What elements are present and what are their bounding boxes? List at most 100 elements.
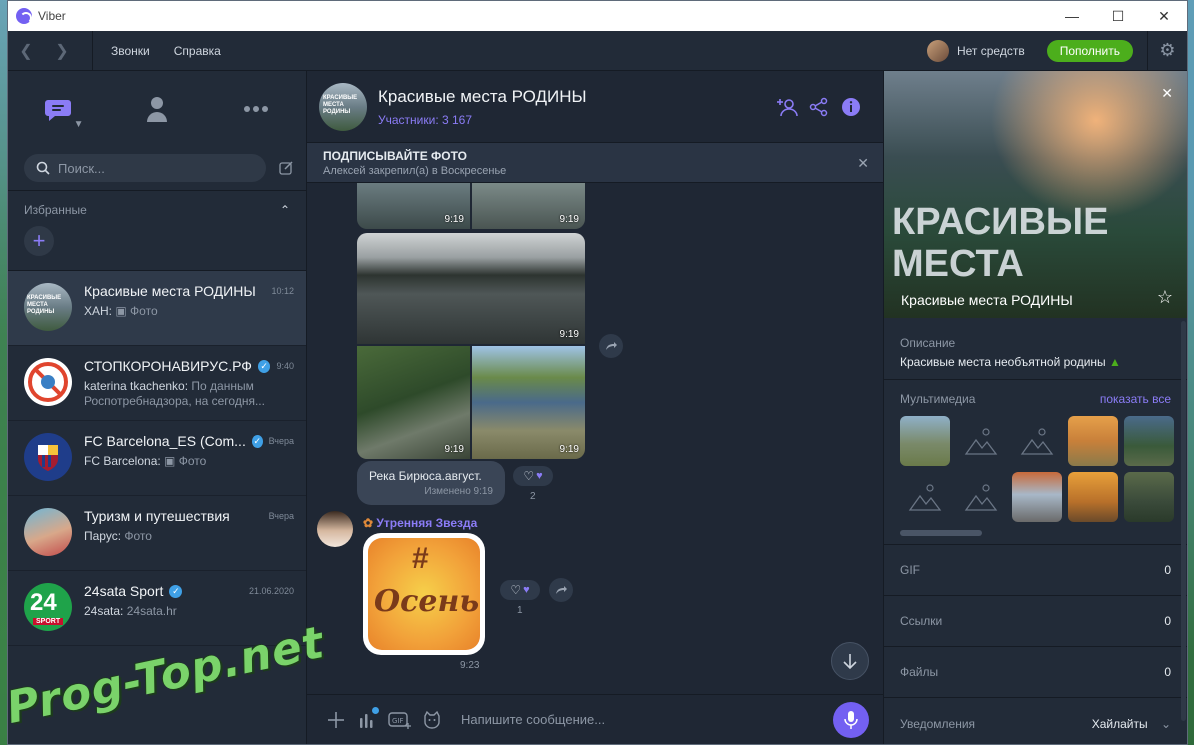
gif-icon[interactable]: GIF [385, 705, 415, 735]
description-section: Описание Красивые места необъятной родин… [884, 318, 1187, 380]
chat-item[interactable]: СТОПКОРОНАВИРУС.РФ ✓ 9:40 katerina tkache… [8, 346, 306, 421]
chat-title[interactable]: Красивые места РОДИНЫ [378, 87, 587, 107]
sticker-cat-icon[interactable] [417, 705, 447, 735]
close-pinned-icon[interactable]: ✕ [857, 155, 869, 172]
collapse-chevron-icon[interactable]: ⌃ [280, 203, 290, 217]
photo-message[interactable]: 9:19 [357, 233, 585, 344]
more-tab-icon[interactable] [236, 89, 276, 129]
chat-item[interactable]: Туризм и путешествия Вчера Парус: Фото [8, 496, 306, 571]
media-placeholder-icon[interactable] [956, 472, 1006, 522]
files-row[interactable]: Файлы 0 [884, 647, 1187, 698]
maximize-button[interactable]: ☐ [1095, 1, 1141, 31]
media-scrollbar[interactable] [900, 530, 982, 536]
chat-preview: Фото [178, 454, 207, 468]
forward-icon[interactable] [599, 334, 623, 358]
gif-row[interactable]: GIF 0 [884, 545, 1187, 596]
minimize-button[interactable]: — [1049, 1, 1095, 31]
user-avatar[interactable] [926, 39, 949, 62]
photo-time: 9:19 [444, 444, 464, 455]
favorites-section: Избранные ⌃ + [8, 191, 306, 271]
scroll-down-button[interactable] [831, 642, 869, 680]
search-box[interactable] [24, 154, 266, 182]
search-row [8, 146, 306, 191]
conversation-panel: КРАСИВЫЕ МЕСТА РОДИНЫ Красивые места РОД… [307, 71, 883, 744]
info-scrollbar[interactable] [1181, 321, 1186, 721]
gif-count: 0 [1164, 563, 1171, 577]
photo-message[interactable]: 9:19 [357, 183, 470, 229]
close-info-icon[interactable]: ✕ [1161, 85, 1173, 102]
media-thumbnail[interactable] [1068, 416, 1118, 466]
edited-label: Изменено 9:19 [424, 486, 493, 497]
star-icon[interactable]: ☆ [1157, 287, 1173, 308]
heart-outline-icon: ♡ [510, 583, 522, 597]
menu-bar: ❮ ❯ Звонки Справка Нет средств Пополнить… [8, 30, 1187, 71]
media-thumbnail[interactable] [1124, 472, 1174, 522]
pinned-message[interactable]: ПОДПИСЫВАЙТЕ ФОТО Алексей закрепил(а) в … [307, 143, 883, 183]
media-thumbnail[interactable] [1012, 472, 1062, 522]
contacts-tab-icon[interactable] [137, 89, 177, 129]
photo-message[interactable]: 9:19 [357, 346, 470, 459]
caption-bubble[interactable]: Река Бирюса.август. Изменено 9:19 [357, 461, 505, 505]
sender-name-text: Утренняя Звезда [376, 516, 478, 530]
add-participant-icon[interactable] [771, 91, 803, 123]
participants-count[interactable]: Участники: 3 167 [378, 113, 587, 127]
media-thumbnail[interactable] [900, 416, 950, 466]
photo-time: 9:19 [559, 214, 579, 225]
add-favorite-button[interactable]: + [24, 226, 54, 256]
chat-item[interactable]: 24 SPORT 24sata Sport ✓ 21.06.2020 24sata… [8, 571, 306, 646]
sender-avatar[interactable] [317, 511, 353, 547]
reaction-count: 2 [530, 491, 536, 502]
media-thumbnail[interactable] [1124, 416, 1174, 466]
chat-sender: 24sata: [84, 604, 124, 618]
new-chat-icon[interactable] [276, 158, 296, 178]
chat-item[interactable]: КРАСИВЫЕ МЕСТА РОДИНЫ Красивые места РОДИН… [8, 271, 306, 346]
chat-sender: katerina tkachenko: [84, 379, 189, 393]
reaction-count: 1 [517, 605, 523, 616]
svg-text:GIF: GIF [392, 717, 404, 725]
butterfly-icon: ✿ [363, 516, 374, 530]
menu-calls[interactable]: Звонки [111, 44, 150, 58]
forward-arrow-icon[interactable]: ❯ [44, 31, 80, 71]
photo-message[interactable]: 9:19 [472, 183, 585, 229]
topup-button[interactable]: Пополнить [1046, 39, 1133, 62]
message-input[interactable] [461, 712, 821, 727]
reaction-badge[interactable]: ♡ ♥ [513, 466, 553, 486]
info-icon[interactable] [835, 91, 867, 123]
microphone-button[interactable] [833, 701, 869, 738]
chats-tab-icon[interactable]: ▼ [38, 89, 84, 130]
share-icon[interactable] [803, 91, 835, 123]
poll-icon[interactable] [353, 705, 383, 735]
media-placeholder-icon[interactable] [956, 416, 1006, 466]
media-thumbnail[interactable] [1068, 472, 1118, 522]
chat-item[interactable]: FC Barcelona_ES (Com... ✓ Вчера FC Barcel… [8, 421, 306, 496]
media-placeholder-icon[interactable] [1012, 416, 1062, 466]
pinned-title: ПОДПИСЫВАЙТЕ ФОТО [323, 149, 467, 163]
favorites-header[interactable]: Избранные ⌃ [8, 194, 306, 226]
reaction-badge[interactable]: ♡ ♥ [500, 580, 540, 600]
settings-gear-icon[interactable]: ⚙ [1147, 30, 1187, 71]
chats-dropdown-icon[interactable]: ▼ [74, 119, 84, 130]
autumn-sticker[interactable]: # Осень [363, 533, 485, 655]
notifications-label: Уведомления [900, 716, 976, 731]
photo-message[interactable]: 9:19 [472, 346, 585, 459]
cover-chat-name: Красивые места РОДИНЫ [901, 292, 1073, 308]
menu-help[interactable]: Справка [174, 44, 221, 58]
back-arrow-icon[interactable]: ❮ [8, 31, 44, 71]
chat-preview: Фото [130, 304, 158, 318]
forward-icon[interactable] [549, 578, 573, 602]
chat-avatar [24, 358, 72, 406]
notifications-row[interactable]: Уведомления Хайлайты ⌄ [884, 698, 1187, 744]
close-button[interactable]: ✕ [1141, 1, 1187, 31]
chat-header-avatar[interactable]: КРАСИВЫЕ МЕСТА РОДИНЫ [319, 82, 367, 131]
show-all-link[interactable]: показать все [1100, 392, 1171, 406]
chevron-down-icon[interactable]: ⌄ [1161, 717, 1171, 731]
sender-name[interactable]: ✿ Утренняя Звезда [363, 516, 477, 530]
media-placeholder-icon[interactable] [900, 472, 950, 522]
caption-text: Река Бирюса.август. [369, 469, 482, 483]
chat-sender: FC Barcelona: [84, 454, 161, 468]
attach-plus-icon[interactable] [321, 705, 351, 735]
photo-time: 9:19 [559, 444, 579, 455]
photo-icon: ▣ [164, 454, 176, 468]
links-row[interactable]: Ссылки 0 [884, 596, 1187, 647]
search-input[interactable] [58, 160, 248, 176]
